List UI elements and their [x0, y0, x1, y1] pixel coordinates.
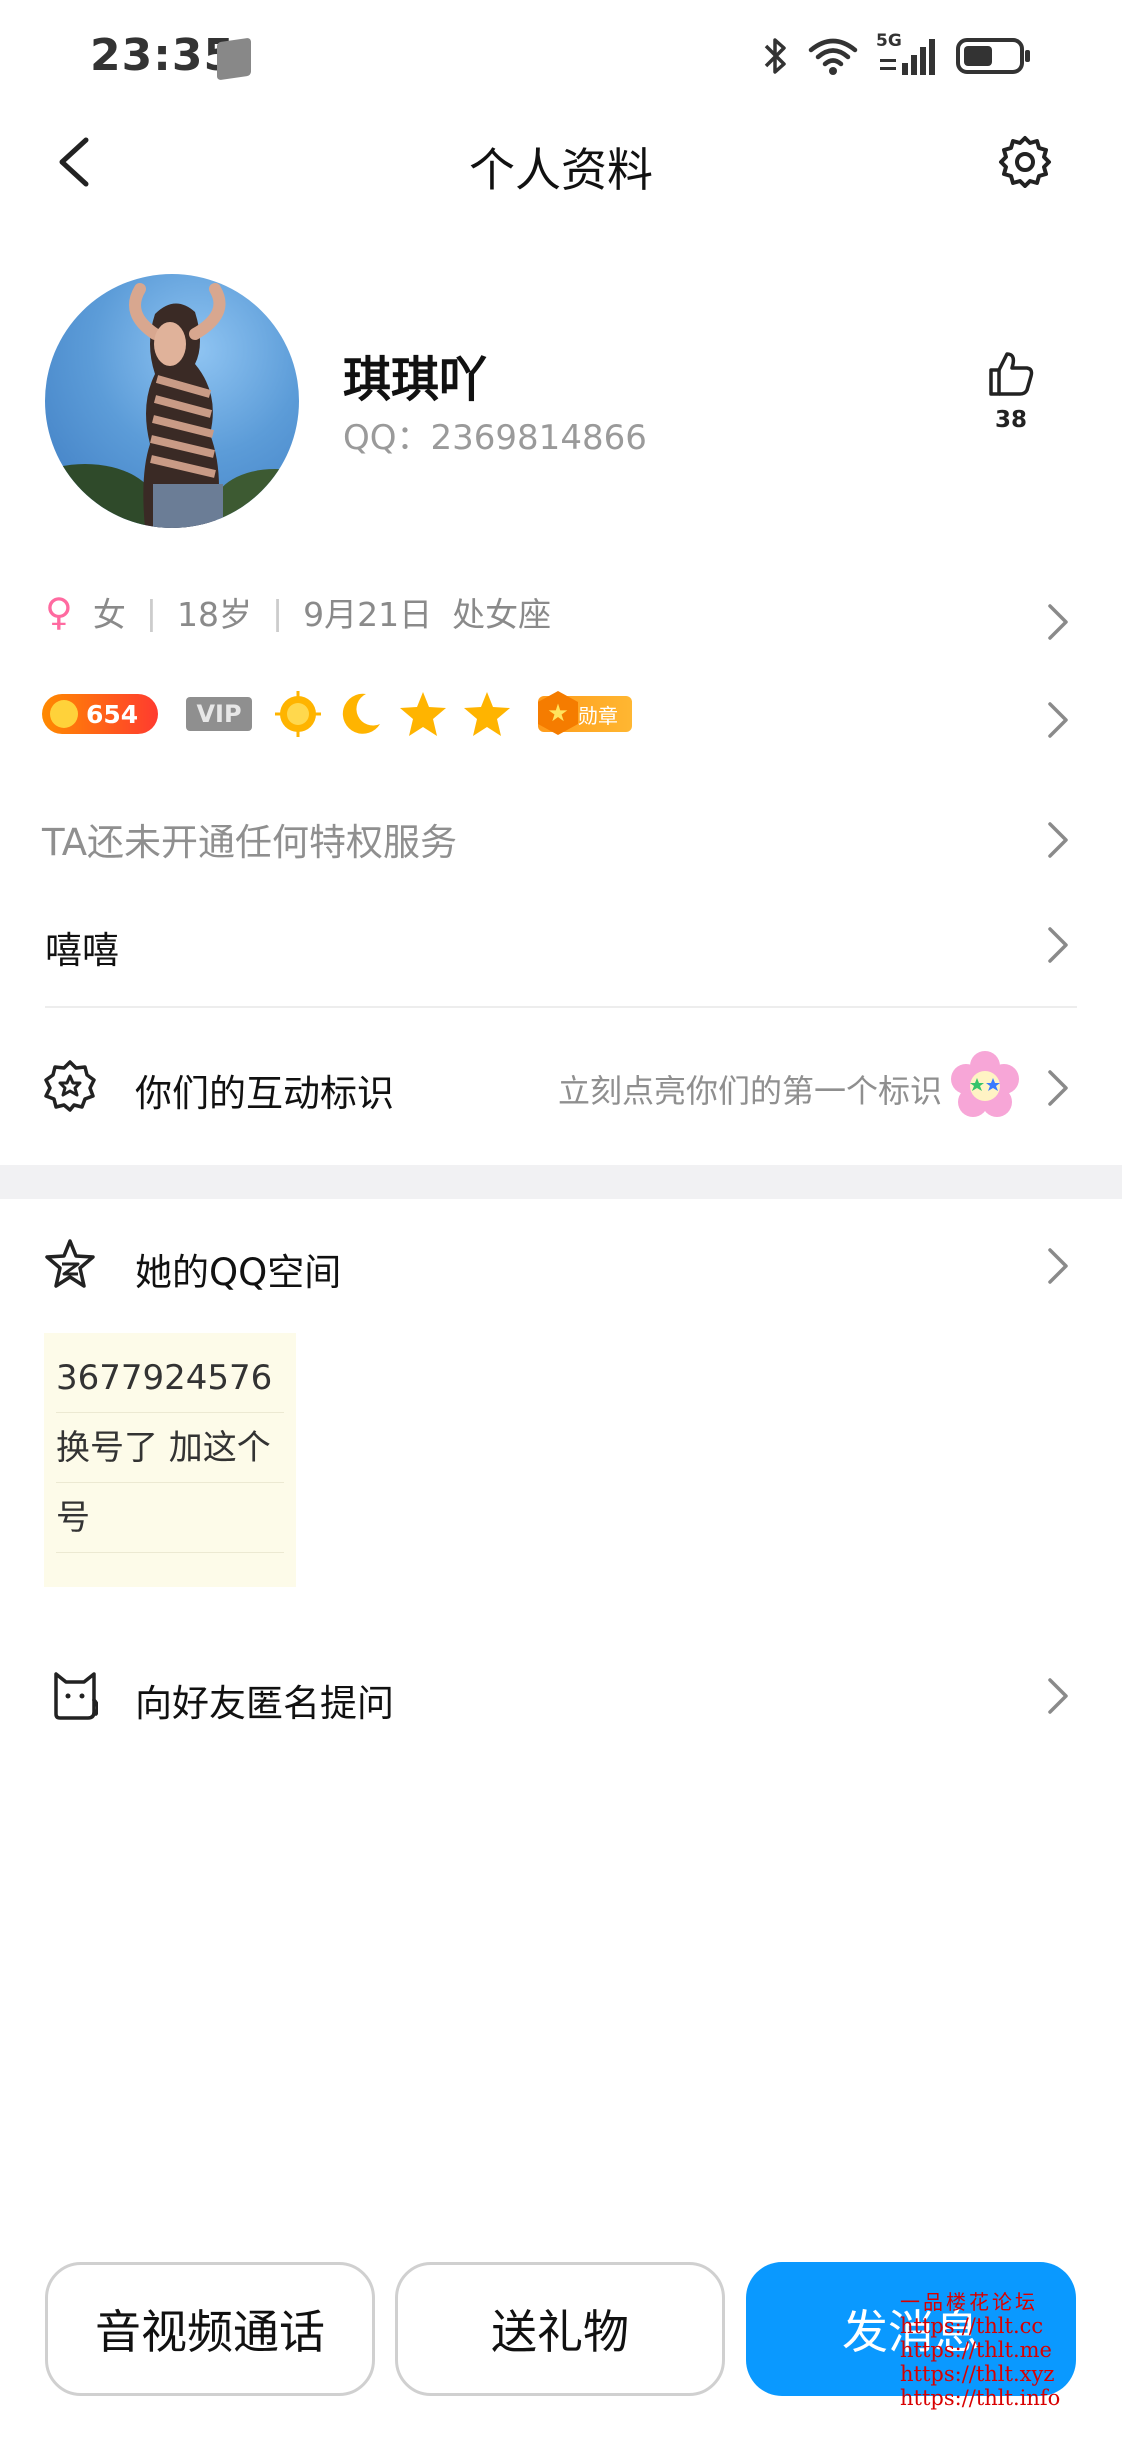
- qq-number[interactable]: QQ：2369814866: [343, 410, 647, 459]
- divider: [45, 1006, 1077, 1008]
- qzone-note-card[interactable]: 3677924576 换号了 加这个 号: [44, 1333, 296, 1587]
- like-count: 38: [994, 407, 1027, 433]
- note-line: 号: [56, 1483, 284, 1553]
- bluetooth-icon: [764, 38, 786, 74]
- separator: |: [145, 592, 157, 632]
- badge-star-icon: [44, 1060, 96, 1112]
- cell-signal-icon: 5G: [876, 31, 938, 77]
- battery-icon: [956, 38, 1030, 74]
- interaction-hint: 立刻点亮你们的第一个标识: [557, 1072, 942, 1110]
- anonymous-question-label: 向好友匿名提问: [135, 1682, 394, 1725]
- sun-icon: [275, 691, 321, 737]
- anonymous-cat-icon: [54, 1672, 98, 1720]
- level-value: 654: [86, 699, 139, 729]
- medal-icon: ★: [538, 691, 578, 735]
- level-badge: 654: [42, 694, 158, 734]
- chevron-right-icon: [1048, 822, 1068, 858]
- qzone-star-icon: [45, 1239, 95, 1288]
- star-icon: [400, 692, 446, 736]
- note-line: 3677924576: [56, 1343, 284, 1413]
- birthday: 9月21日: [303, 595, 433, 634]
- nickname: 琪琪吖: [343, 352, 488, 408]
- watermark-url: https://thlt.xyz: [900, 2362, 1055, 2386]
- section-gap: [0, 1165, 1122, 1199]
- flower-icon: [951, 1051, 1019, 1117]
- female-icon: ♀: [45, 590, 73, 634]
- privilege-text: TA还未开通任何特权服务: [42, 821, 458, 864]
- page-title: 个人资料: [469, 143, 653, 197]
- interaction-label: 你们的互动标识: [135, 1072, 394, 1115]
- medal-label: 勋章: [578, 703, 618, 728]
- watermark-url: https://thlt.cc: [900, 2314, 1044, 2338]
- chevron-right-icon: [1048, 927, 1068, 963]
- status-icons: 5G: [762, 31, 1032, 80]
- zodiac: 处女座: [452, 595, 552, 634]
- star-icon: [464, 692, 510, 736]
- watermark-url: https://thlt.me: [900, 2338, 1052, 2362]
- watermark: 一品楼花论坛 https://thlt.cc https://thlt.me h…: [900, 2290, 1060, 2410]
- signature-row[interactable]: [0, 905, 1122, 985]
- chevron-right-icon: [1048, 702, 1068, 738]
- chevron-right-icon: [1048, 604, 1068, 640]
- age: 18岁: [176, 595, 252, 634]
- watermark-url: https://thlt.info: [900, 2386, 1061, 2410]
- level-icon: [50, 700, 78, 728]
- basic-info: ♀ 女 | 18岁 | 9月21日 处女座: [45, 588, 551, 636]
- signature-text: 嘻嘻: [45, 929, 119, 972]
- thumbs-up-icon[interactable]: [985, 348, 1037, 400]
- note-line: 换号了 加这个: [56, 1413, 284, 1483]
- chevron-right-icon: [1048, 1248, 1068, 1284]
- send-gift-button[interactable]: 送礼物: [395, 2262, 725, 2396]
- qzone-label: 她的QQ空间: [135, 1251, 342, 1294]
- badges: 654 VIP ★ 勋章: [42, 690, 632, 738]
- sim-card-icon: [217, 37, 251, 81]
- medal-badge: ★ 勋章: [538, 691, 632, 735]
- video-call-button[interactable]: 音视频通话: [45, 2262, 375, 2396]
- avatar[interactable]: [45, 274, 299, 528]
- chevron-right-icon: [1048, 1678, 1068, 1714]
- gear-icon[interactable]: [998, 134, 1052, 188]
- vip-badge: VIP: [186, 697, 252, 731]
- wifi-icon: [808, 38, 858, 75]
- moon-icon: [342, 693, 380, 734]
- watermark-title: 一品楼花论坛: [900, 2290, 1038, 2314]
- separator: |: [271, 592, 284, 632]
- chevron-right-icon: [1048, 1070, 1068, 1106]
- gender: 女: [92, 595, 126, 634]
- status-time: 23:35: [90, 30, 236, 81]
